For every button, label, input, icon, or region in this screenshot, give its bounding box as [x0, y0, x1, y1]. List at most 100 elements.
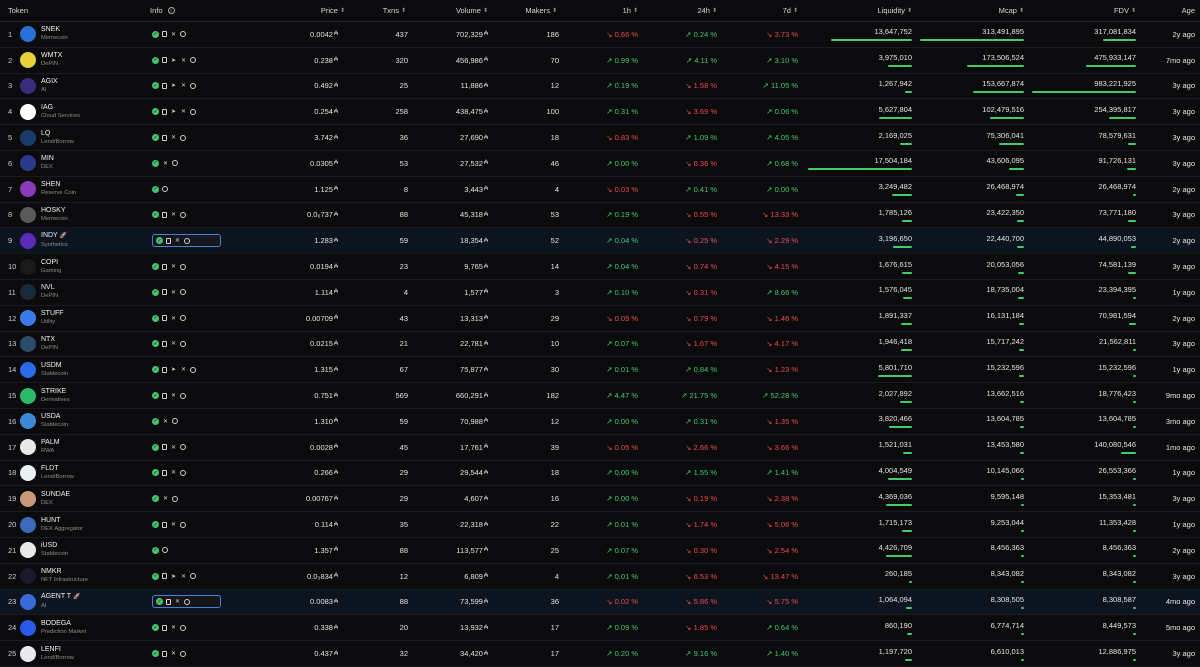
document-icon[interactable]: [162, 444, 167, 451]
header-mcap[interactable]: Mcap ⬍: [918, 0, 1024, 21]
document-icon[interactable]: [166, 237, 171, 244]
globe-icon[interactable]: [190, 57, 196, 64]
table-row[interactable]: 7 SHEN Reserve Coin ✓ 1.125 ₳ 8 3,443 ₳ 4 …: [0, 177, 1200, 203]
x-icon[interactable]: ✕: [180, 366, 187, 373]
token-cell[interactable]: SNEK Memecoin: [20, 22, 148, 47]
x-icon[interactable]: ✕: [170, 315, 177, 322]
table-row[interactable]: 2 WMTX DePIN ✓ ➤ ✕ 0.238 ₳ 320 456,986 ₳ 70 …: [0, 48, 1200, 74]
table-row[interactable]: 4 IAG Cloud Services ✓ ➤ ✕ 0.254 ₳ 258 438,…: [0, 99, 1200, 126]
header-7d[interactable]: 7d ⬍: [740, 0, 798, 21]
x-icon[interactable]: ✕: [170, 134, 177, 141]
x-icon[interactable]: ✕: [174, 598, 181, 605]
x-icon[interactable]: ✕: [170, 340, 177, 347]
table-row[interactable]: 11 NVL DePIN ✓ ✕ 1.114 ₳ 4 1,577 ₳ 3 ↗ 0.10…: [0, 280, 1200, 306]
header-24h[interactable]: 24h ⬍: [660, 0, 717, 21]
globe-icon[interactable]: [190, 573, 196, 580]
table-row[interactable]: 13 NTX DePIN ✓ ✕ 0.0215 ₳ 21 22,781 ₳ 10 ↗ …: [0, 332, 1200, 358]
telegram-icon[interactable]: ➤: [170, 573, 177, 580]
globe-icon[interactable]: [172, 160, 178, 167]
x-icon[interactable]: ✕: [170, 624, 177, 631]
document-icon[interactable]: [162, 134, 167, 141]
document-icon[interactable]: [166, 598, 171, 605]
token-cell[interactable]: LQ Lend/Borrow: [20, 125, 148, 150]
globe-icon[interactable]: [172, 495, 178, 502]
token-cell[interactable]: USDA Stablecoin: [20, 409, 148, 434]
globe-icon[interactable]: [190, 82, 196, 89]
globe-icon[interactable]: [180, 469, 186, 476]
token-cell[interactable]: STRIKE Derivatives: [20, 383, 148, 408]
globe-icon[interactable]: [162, 547, 168, 554]
table-row[interactable]: 21 iUSD Stablecoin ✓ 1.357 ₳ 88 113,577 ₳ …: [0, 538, 1200, 564]
token-cell[interactable]: NTX DePIN: [20, 332, 148, 357]
globe-icon[interactable]: [180, 392, 186, 399]
table-row[interactable]: 15 STRIKE Derivatives ✓ ✕ 0.751 ₳ 569 660,…: [0, 383, 1200, 409]
table-row[interactable]: 10 COPI Gaming ✓ ✕ 0.0194 ₳ 23 9,765 ₳ 14 ↗…: [0, 254, 1200, 280]
globe-icon[interactable]: [184, 237, 190, 244]
globe-icon[interactable]: [180, 289, 186, 296]
token-cell[interactable]: FLDT Lend/Borrow: [20, 461, 148, 486]
token-cell[interactable]: BODEGA Prediction Market: [20, 615, 148, 640]
x-icon[interactable]: ✕: [170, 211, 177, 218]
x-icon[interactable]: ✕: [180, 573, 187, 580]
header-1h[interactable]: 1h ⬍: [580, 0, 638, 21]
x-icon[interactable]: ✕: [174, 237, 181, 244]
telegram-icon[interactable]: ➤: [170, 366, 177, 373]
token-cell[interactable]: HUNT DEX Aggregator: [20, 512, 148, 537]
table-row[interactable]: 6 MIN DEX ✓ ✕ 0.0305 ₳ 53 27,532 ₳ 46 ↗ 0.0…: [0, 151, 1200, 177]
token-cell[interactable]: NVL DePIN: [20, 280, 148, 305]
x-icon[interactable]: ✕: [180, 108, 187, 115]
header-info[interactable]: Info i: [150, 0, 210, 21]
x-icon[interactable]: ✕: [170, 469, 177, 476]
document-icon[interactable]: [162, 315, 167, 322]
token-cell[interactable]: USDM Stablecoin: [20, 357, 148, 382]
token-cell[interactable]: LENFI Lend/Borrow: [20, 641, 148, 666]
telegram-icon[interactable]: ➤: [170, 82, 177, 89]
table-row[interactable]: 19 SUNDAE DEX ✓ ✕ 0.00767 ₳ 29 4,607 ₳ 16 ↗…: [0, 486, 1200, 513]
telegram-icon[interactable]: ➤: [170, 108, 177, 115]
table-row[interactable]: 24 BODEGA Prediction Market ✓ ✕ 0.338 ₳ 20…: [0, 615, 1200, 642]
document-icon[interactable]: [162, 366, 167, 373]
x-icon[interactable]: ✕: [170, 392, 177, 399]
document-icon[interactable]: [162, 263, 167, 270]
token-cell[interactable]: PALM RWA: [20, 435, 148, 460]
globe-icon[interactable]: [184, 598, 190, 605]
token-cell[interactable]: SHEN Reserve Coin: [20, 177, 148, 202]
header-price[interactable]: Price ⬍: [290, 0, 345, 21]
globe-icon[interactable]: [190, 366, 196, 373]
token-cell[interactable]: STUFF Utility: [20, 306, 148, 331]
x-icon[interactable]: ✕: [162, 418, 169, 425]
globe-icon[interactable]: [180, 315, 186, 322]
x-icon[interactable]: ✕: [180, 82, 187, 89]
header-makers[interactable]: Makers ⬍: [500, 0, 557, 21]
globe-icon[interactable]: [180, 134, 186, 141]
header-txns[interactable]: Txns ⬍: [350, 0, 406, 21]
token-cell[interactable]: NMKR NFT Infrastructure: [20, 564, 148, 589]
document-icon[interactable]: [162, 57, 167, 64]
document-icon[interactable]: [162, 31, 167, 38]
x-icon[interactable]: ✕: [162, 160, 169, 167]
table-row[interactable]: 25 LENFI Lend/Borrow ✓ ✕ 0.437 ₳ 32 34,420…: [0, 641, 1200, 667]
document-icon[interactable]: [162, 521, 167, 528]
token-cell[interactable]: MIN DEX: [20, 151, 148, 176]
table-row[interactable]: 17 PALM RWA ✓ ✕ 0.0028 ₳ 45 17,761 ₳ 39 ↘ 0…: [0, 435, 1200, 461]
info-icon[interactable]: i: [167, 7, 175, 14]
table-row[interactable]: 18 FLDT Lend/Borrow ✓ ✕ 0.266 ₳ 29 29,544 ₳…: [0, 461, 1200, 487]
header-age[interactable]: Age: [1140, 0, 1195, 21]
globe-icon[interactable]: [180, 340, 186, 347]
x-icon[interactable]: ✕: [170, 650, 177, 657]
table-row[interactable]: 3 AGIX AI ✓ ➤ ✕ 0.492 ₳ 25 11,886 ₳ 12 ↗ 0.1…: [0, 74, 1200, 100]
token-cell[interactable]: AGIX AI: [20, 74, 148, 99]
telegram-icon[interactable]: ➤: [170, 57, 177, 64]
document-icon[interactable]: [162, 573, 167, 580]
document-icon[interactable]: [162, 624, 167, 631]
globe-icon[interactable]: [180, 31, 186, 38]
token-cell[interactable]: COPI Gaming: [20, 254, 148, 279]
header-liquidity[interactable]: Liquidity ⬍: [806, 0, 912, 21]
document-icon[interactable]: [162, 340, 167, 347]
x-icon[interactable]: ✕: [170, 289, 177, 296]
token-cell[interactable]: SUNDAE DEX: [20, 486, 148, 511]
table-row[interactable]: 8 HOSKY Memecoin ✓ ✕ 0.0₆737 ₳ 88 45,318 ₳ …: [0, 203, 1200, 229]
document-icon[interactable]: [162, 650, 167, 657]
token-cell[interactable]: iUSD Stablecoin: [20, 538, 148, 563]
table-row[interactable]: 12 STUFF Utility ✓ ✕ 0.00709 ₳ 43 13,313 ₳ …: [0, 306, 1200, 332]
